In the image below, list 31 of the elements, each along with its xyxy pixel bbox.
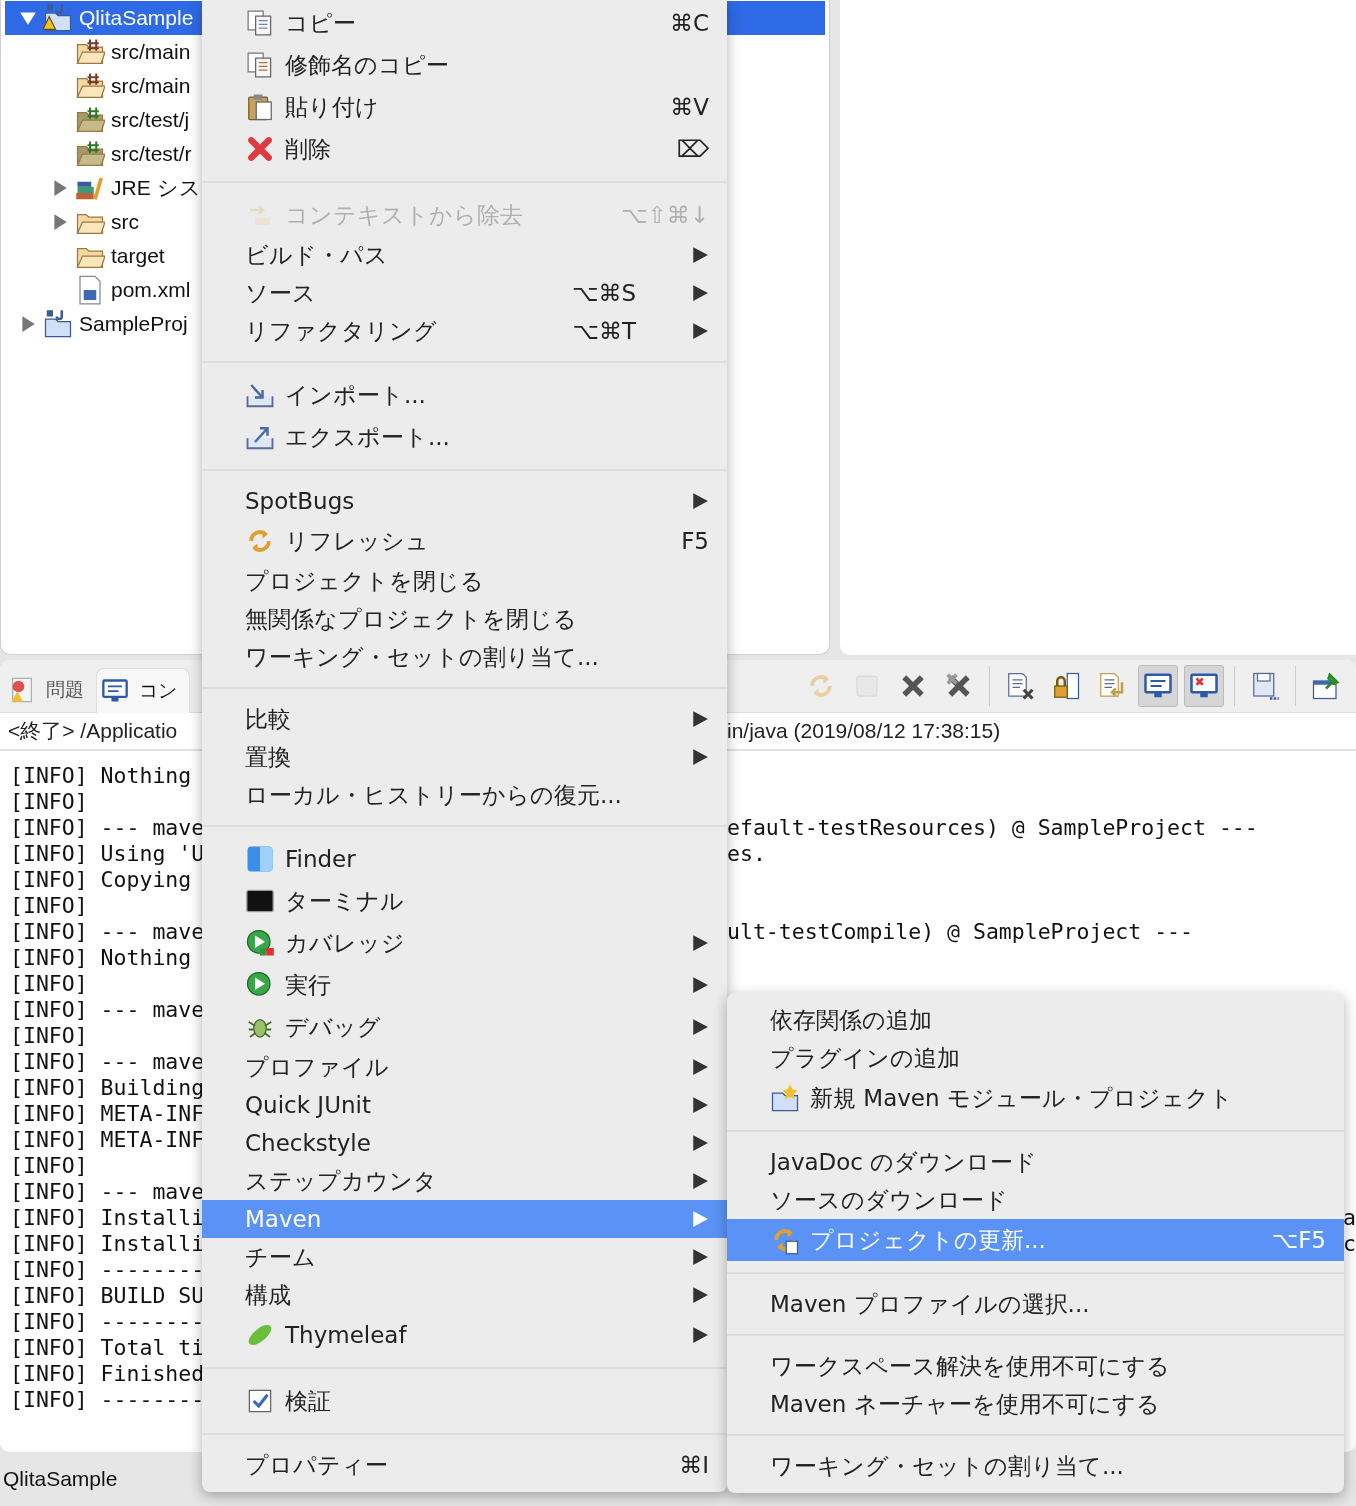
console-line: ult-testCompile) @ SampleProject --- (727, 919, 1193, 944)
console-line: [INFO] (10, 971, 88, 996)
console-line: [INFO] -------- (10, 1309, 205, 1334)
console-line: [INFO] --- mave (10, 1179, 205, 1204)
console-line: [INFO] Copying (10, 867, 192, 892)
console-line: c (1343, 1231, 1356, 1256)
console-line: [INFO] Nothing (10, 945, 192, 970)
console-line: [INFO] --- mave (10, 997, 205, 1022)
console-line: [INFO] Installi (10, 1205, 205, 1230)
console-line: es. (727, 841, 766, 866)
console-line: [INFO] -------- (10, 1387, 205, 1412)
console-line: [INFO] (10, 789, 88, 814)
console-line: [INFO] --- mave (10, 1049, 205, 1074)
console-line: [INFO] Nothing (10, 763, 192, 788)
console-line: [INFO] (10, 1153, 88, 1178)
process-label: in/java (2019/08/12 17:38:15) (727, 719, 1001, 742)
console-line: a (1343, 1205, 1356, 1230)
console-line: [INFO] Total ti (10, 1335, 205, 1360)
console-line: [INFO] Finished (10, 1361, 205, 1386)
console-line: [INFO] (10, 893, 88, 918)
console-line: [INFO] Installi (10, 1231, 205, 1256)
console-line: [INFO] --- mave (10, 815, 205, 840)
console-line: [INFO] Building (10, 1075, 205, 1100)
console-line: [INFO] META-INF (10, 1127, 205, 1152)
console-line: efault-testResources) @ SampleProject --- (727, 815, 1258, 840)
console-line: [INFO] META-INF (10, 1101, 205, 1126)
console-line: [INFO] -------- (10, 1257, 205, 1282)
console-line: [INFO] --- mave (10, 919, 205, 944)
console-line: [INFO] (10, 1023, 88, 1048)
status-text: QlitaSample (3, 1467, 118, 1491)
process-label: <終了> /Applicatio (8, 719, 178, 742)
